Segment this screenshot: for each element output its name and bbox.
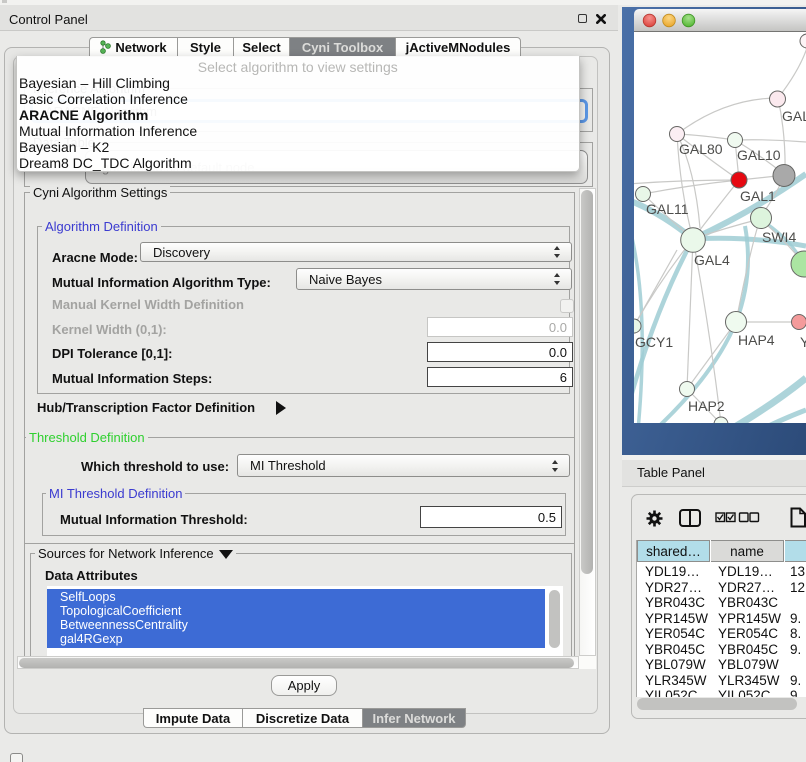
- svg-text:SWI4: SWI4: [762, 229, 796, 245]
- svg-text:GAL80: GAL80: [679, 141, 723, 157]
- svg-text:GCY1: GCY1: [635, 334, 673, 350]
- svg-text:Y: Y: [800, 334, 806, 350]
- svg-text:GAL: GAL: [782, 108, 806, 124]
- svg-text:HAP4: HAP4: [738, 332, 775, 348]
- svg-text:GAL10: GAL10: [737, 147, 781, 163]
- svg-text:GAL1: GAL1: [740, 188, 776, 204]
- svg-text:GAL11: GAL11: [646, 201, 689, 217]
- svg-text:HAP2: HAP2: [688, 398, 725, 414]
- svg-text:GAL4: GAL4: [694, 252, 730, 268]
